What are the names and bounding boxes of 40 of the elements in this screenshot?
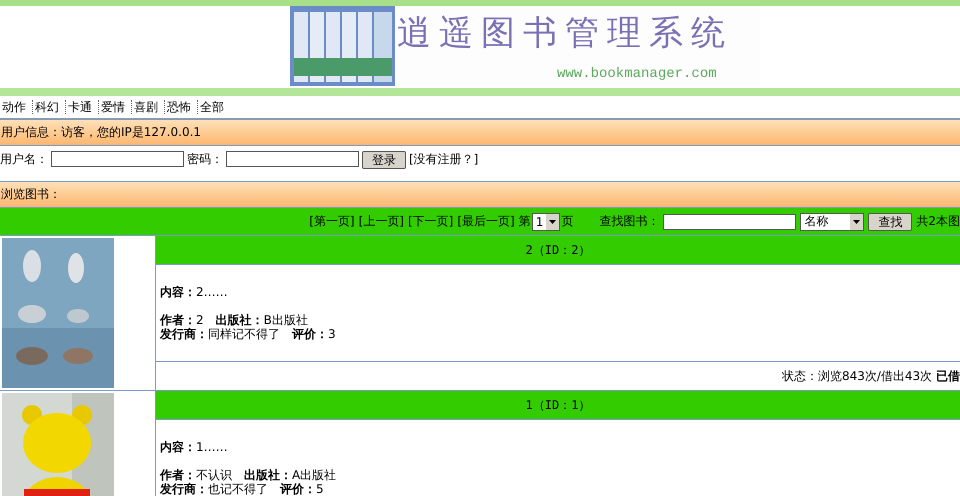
category-link[interactable]: 卡通 [66,100,99,114]
search-field[interactable] [663,214,796,230]
pager-link[interactable]: [上一页] [358,213,404,230]
search-label: 查找图书： [599,213,660,230]
book-title: 1（ID：1） [526,396,590,414]
page-prefix: 第 [518,213,531,230]
search-button[interactable]: 查找 [868,212,912,230]
password-field[interactable] [226,151,359,167]
site-url: www.bookmanager.com [556,65,718,82]
category-link[interactable]: 恐怖 [165,100,198,114]
pager-link[interactable]: [下一页] [408,213,454,230]
book-detail: 内容：2…… [160,285,229,299]
page-suffix: 页 [561,213,574,230]
site-title: 逍遥图书管理系统 [396,12,734,54]
book-detail: 发行商：也记不得了 评价：5 [160,482,325,496]
pager-link[interactable]: [第一页] [309,213,355,230]
search-field-select[interactable]: 名称 [800,212,864,230]
book-detail: 内容：1…… [160,440,229,454]
book-title: 2（ID：2） [526,242,590,258]
book-detail: 作者：不认识 出版社：A出版社 [160,468,338,482]
user-info-text: 用户信息：访客，您的IP是127.0.0.1 [1,124,202,141]
dropdown-arrow-icon [549,220,556,224]
browse-heading: 浏览图书： [1,186,61,203]
book-detail: 作者：2 出版社：B出版社 [160,313,309,327]
category-link[interactable]: 全部 [198,100,230,114]
category-link[interactable]: 动作 [0,100,33,114]
category-link[interactable]: 爱情 [99,100,132,114]
category-link[interactable]: 喜剧 [132,100,165,114]
book-detail: 发行商：同样记不得了 评价：3 [160,327,337,341]
password-label: 密码： [187,151,223,168]
book-status: 状态：浏览843次/借出43次 已借 [782,368,960,384]
login-button[interactable]: 登录 [362,151,406,169]
register-link[interactable]: [没有注册？] [409,151,478,168]
category-link[interactable]: 科幻 [33,100,66,114]
page-select[interactable]: 1 [532,212,560,230]
book-count: 共2本图 [916,213,960,230]
dropdown-arrow-icon [853,220,860,224]
username-label: 用户名： [0,151,48,168]
username-field[interactable] [51,151,184,167]
pager-link[interactable]: [最后一页] [457,213,515,230]
